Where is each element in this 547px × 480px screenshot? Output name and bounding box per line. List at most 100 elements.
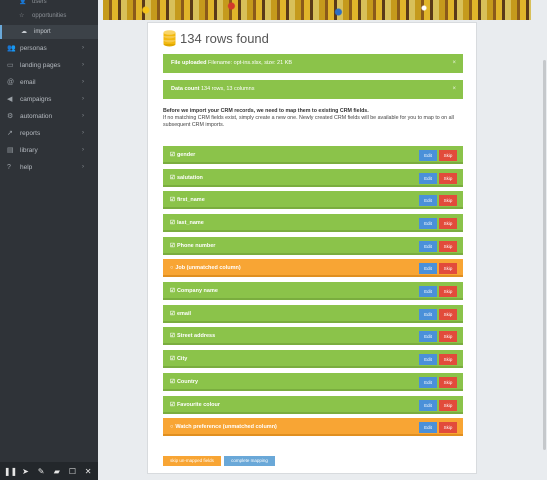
sidebar-item-help[interactable]: ? help › — [0, 159, 98, 176]
check-icon: ☑ — [170, 356, 175, 362]
opportunities-icon: ☆ — [19, 13, 25, 19]
chevron-right-icon: › — [82, 147, 84, 153]
sidebar-item-library[interactable]: ▤ library › — [0, 142, 98, 159]
page-title: 134 rows found — [180, 31, 269, 46]
users-icon: 👤 — [19, 0, 27, 5]
check-icon: ☑ — [170, 175, 175, 181]
header-banner-image — [103, 0, 531, 20]
chevron-right-icon: › — [82, 79, 84, 85]
edit-button[interactable]: Edit — [419, 173, 437, 184]
rectangle-icon[interactable]: ☐ — [66, 467, 78, 476]
field-row-email: ☑ email Edit Skip — [163, 305, 463, 323]
sidebar-item-email[interactable]: @ email › — [0, 74, 98, 91]
field-row-first-name: ☑ first_name Edit Skip — [163, 191, 463, 209]
field-row-street-address: ☑ Street address Edit Skip — [163, 327, 463, 345]
field-row-company-name: ☑ Company name Edit Skip — [163, 282, 463, 300]
gear-icon: ⚙ — [7, 113, 14, 120]
chevron-right-icon: › — [82, 164, 84, 170]
email-icon: @ — [7, 79, 15, 86]
edit-button[interactable]: Edit — [419, 400, 437, 411]
field-row-phone-number: ☑ Phone number Edit Skip — [163, 237, 463, 255]
field-row-watch-preference: ○ Watch preference (unmatched column) Edi… — [163, 418, 463, 436]
edit-button[interactable]: Edit — [419, 331, 437, 342]
chevron-right-icon: › — [82, 45, 84, 51]
skip-unmapped-fields-button[interactable]: skip un-mapped fields — [163, 456, 221, 466]
edit-button[interactable]: Edit — [419, 286, 437, 297]
coins-icon — [163, 30, 176, 47]
edit-button[interactable]: Edit — [419, 150, 437, 161]
field-row-city: ☑ City Edit Skip — [163, 350, 463, 368]
skip-button[interactable]: Skip — [439, 286, 457, 297]
skip-button[interactable]: Skip — [439, 263, 457, 274]
alert-text: 134 rows, 13 columns — [200, 86, 255, 92]
page-scrollbar[interactable] — [541, 0, 547, 480]
skip-button[interactable]: Skip — [439, 400, 457, 411]
field-row-job: ○ Job (unmatched column) Edit Skip — [163, 259, 463, 277]
chevron-right-icon: › — [82, 96, 84, 102]
sidebar-item-reports[interactable]: ↗ reports › — [0, 125, 98, 142]
edit-button[interactable]: Edit — [419, 354, 437, 365]
sidebar-subitem-users[interactable]: 👤 users — [0, 0, 98, 9]
edit-button[interactable]: Edit — [419, 422, 437, 433]
sidebar-subitem-import[interactable]: ☁ import — [0, 25, 98, 39]
complete-mapping-button[interactable]: complete mapping — [224, 456, 275, 466]
field-row-favourite-colour: ☑ Favourite colour Edit Skip — [163, 396, 463, 414]
skip-button[interactable]: Skip — [439, 218, 457, 229]
pointer-icon[interactable]: ➤ — [19, 467, 31, 476]
file-uploaded-alert: File uploaded Filename: opt-ins.xlsx, si… — [163, 54, 463, 73]
field-row-gender: ☑ gender Edit Skip — [163, 146, 463, 164]
edit-button[interactable]: Edit — [419, 377, 437, 388]
intro-body: If no matching CRM fields exist, simply … — [163, 115, 454, 128]
pen-icon[interactable]: ✎ — [35, 467, 47, 476]
skip-button[interactable]: Skip — [439, 331, 457, 342]
data-count-alert: Data count 134 rows, 13 columns × — [163, 80, 463, 99]
sidebar-item-automation[interactable]: ⚙ automation › — [0, 108, 98, 125]
skip-button[interactable]: Skip — [439, 195, 457, 206]
close-icon[interactable]: × — [452, 54, 456, 73]
eraser-icon[interactable]: ▰ — [51, 467, 63, 476]
skip-button[interactable]: Skip — [439, 309, 457, 320]
question-icon: ? — [7, 164, 11, 171]
skip-button[interactable]: Skip — [439, 422, 457, 433]
skip-button[interactable]: Skip — [439, 377, 457, 388]
check-icon: ☑ — [170, 152, 175, 158]
folder-icon: ▤ — [7, 147, 14, 154]
edit-button[interactable]: Edit — [419, 309, 437, 320]
skip-button[interactable]: Skip — [439, 354, 457, 365]
intro-heading: Before we import your CRM records, we ne… — [163, 108, 369, 114]
sidebar-subitem-opportunities[interactable]: ☆ opportunities — [0, 9, 98, 23]
pause-icon[interactable]: ❚❚ — [4, 467, 17, 476]
circle-icon: ○ — [170, 424, 174, 430]
skip-button[interactable]: Skip — [439, 241, 457, 252]
field-row-salutation: ☑ salutation Edit Skip — [163, 169, 463, 187]
edit-button[interactable]: Edit — [419, 195, 437, 206]
scrollbar-thumb[interactable] — [543, 60, 546, 450]
alert-label: Data count — [171, 86, 200, 92]
sidebar-item-landing-pages[interactable]: ▭ landing pages › — [0, 57, 98, 74]
field-row-last-name: ☑ last_name Edit Skip — [163, 214, 463, 232]
import-icon: ☁ — [21, 29, 27, 35]
sidebar: 👤 users ☆ opportunities ☁ import 👥 perso… — [0, 0, 98, 480]
skip-button[interactable]: Skip — [439, 173, 457, 184]
alert-label: File uploaded — [171, 60, 207, 66]
close-icon[interactable]: ✕ — [82, 467, 94, 476]
chevron-right-icon: › — [82, 62, 84, 68]
check-icon: ☑ — [170, 288, 175, 294]
alert-text: Filename: opt-ins.xlsx, size: 21 KB — [207, 60, 293, 66]
skip-button[interactable]: Skip — [439, 150, 457, 161]
edit-button[interactable]: Edit — [419, 263, 437, 274]
sidebar-item-campaigns[interactable]: ◀ campaigns › — [0, 91, 98, 108]
close-icon[interactable]: × — [452, 80, 456, 99]
check-icon: ☑ — [170, 311, 175, 317]
intro-text: Before we import your CRM records, we ne… — [163, 108, 463, 129]
chevron-right-icon: › — [82, 113, 84, 119]
chart-icon: ↗ — [7, 130, 13, 137]
circle-icon: ○ — [170, 265, 174, 271]
edit-button[interactable]: Edit — [419, 218, 437, 229]
field-row-country: ☑ Country Edit Skip — [163, 373, 463, 391]
pages-icon: ▭ — [7, 62, 14, 69]
sidebar-item-personas[interactable]: 👥 personas › — [0, 40, 98, 57]
check-icon: ☑ — [170, 333, 175, 339]
edit-button[interactable]: Edit — [419, 241, 437, 252]
chevron-right-icon: › — [82, 130, 84, 136]
